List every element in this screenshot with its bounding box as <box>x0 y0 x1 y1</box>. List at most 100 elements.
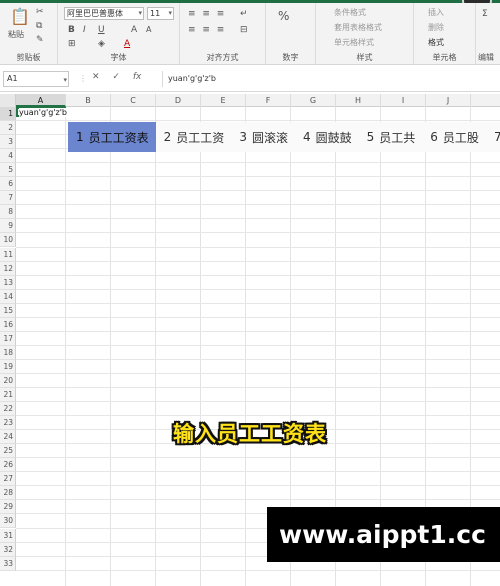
row-header-1[interactable]: 1 <box>0 107 16 122</box>
row-header-20[interactable]: 20 <box>0 373 16 388</box>
row-header-19[interactable]: 19 <box>0 359 16 374</box>
row-gridline <box>16 260 500 262</box>
alignment-group: ≡ ≡ ≡ ≡ ≡ ≡ ↵ ⊟ 对齐方式 <box>180 3 266 65</box>
row-header-22[interactable]: 22 <box>0 402 16 417</box>
alignment-group-label: 对齐方式 <box>206 53 239 62</box>
row-gridline <box>16 218 500 220</box>
formula-input[interactable]: yuan'g'g'z'b <box>162 71 500 87</box>
row-header-16[interactable]: 16 <box>0 317 16 332</box>
column-header-g[interactable]: G <box>291 94 336 107</box>
row-header-15[interactable]: 15 <box>0 303 16 318</box>
row-header-33[interactable]: 33 <box>0 556 16 571</box>
cancel-icon[interactable]: ✕ <box>92 72 100 82</box>
ime-candidate-6[interactable]: 6 员工股 <box>422 122 486 152</box>
font-size-dropdown[interactable]: 11 ▾ <box>147 7 174 20</box>
row-header-29[interactable]: 29 <box>0 500 16 515</box>
row-header-26[interactable]: 26 <box>0 458 16 473</box>
ime-candidate-number: 6 <box>430 130 438 144</box>
ime-candidate-number: 3 <box>239 130 247 144</box>
column-header-j[interactable]: J <box>426 94 471 107</box>
row-header-12[interactable]: 12 <box>0 261 16 276</box>
row-header-10[interactable]: 10 <box>0 233 16 248</box>
row-header-30[interactable]: 30 <box>0 514 16 529</box>
insert-button[interactable]: 插入 <box>428 8 444 18</box>
row-gridline <box>16 120 500 122</box>
column-headers: ABCDEFGHIJ <box>0 94 500 107</box>
row-header-32[interactable]: 32 <box>0 542 16 557</box>
cell-a1-text: yuan'g'g'z'b <box>19 108 68 117</box>
ime-candidate-3[interactable]: 3 圆滚滚 <box>231 122 295 152</box>
ime-candidate-2[interactable]: 2 员工工资 <box>156 122 232 152</box>
chevron-down-icon: ▾ <box>138 9 142 17</box>
row-gridline <box>16 274 500 276</box>
insert-function-button[interactable]: fx <box>133 72 142 82</box>
column-header-d[interactable]: D <box>156 94 201 107</box>
column-header-b[interactable]: B <box>66 94 111 107</box>
ime-candidate-4[interactable]: 4 圆鼓鼓 <box>295 122 359 152</box>
column-header-h[interactable]: H <box>336 94 381 107</box>
ime-candidate-7[interactable]: 7 <box>486 122 500 152</box>
paste-icon[interactable]: 📋 <box>10 9 30 25</box>
ime-candidate-1[interactable]: 1 员工工资表 <box>68 122 156 152</box>
row-header-6[interactable]: 6 <box>0 177 16 192</box>
merge-icon[interactable]: ⊟ <box>240 25 248 35</box>
row-header-7[interactable]: 7 <box>0 191 16 206</box>
border-icon[interactable]: ⊞ <box>68 39 76 49</box>
row-header-2[interactable]: 2 <box>0 121 16 136</box>
format-button[interactable]: 格式 <box>428 38 444 48</box>
italic-button[interactable]: I <box>83 25 86 35</box>
table-format-button[interactable]: 套用表格格式 <box>334 23 382 33</box>
row-header-9[interactable]: 9 <box>0 219 16 234</box>
row-header-28[interactable]: 28 <box>0 486 16 501</box>
bold-button[interactable]: B <box>68 25 75 35</box>
row-gridline <box>16 387 500 388</box>
fill-color-icon[interactable]: ◈ <box>98 39 105 49</box>
align-center-icons[interactable]: ≡ ≡ ≡ <box>188 25 224 35</box>
row-header-11[interactable]: 11 <box>0 247 16 262</box>
row-header-21[interactable]: 21 <box>0 388 16 403</box>
wrap-text-icon[interactable]: ↵ <box>240 9 248 19</box>
name-box[interactable]: A1 ▾ <box>3 71 69 87</box>
column-header-i[interactable]: I <box>381 94 426 107</box>
styles-group: 条件格式 套用表格格式 单元格样式 样式 <box>316 3 414 65</box>
row-gridline <box>16 344 500 346</box>
conditional-format-button[interactable]: 条件格式 <box>334 8 366 18</box>
percent-icon[interactable]: % <box>278 10 289 22</box>
row-header-17[interactable]: 17 <box>0 331 16 346</box>
column-header-a[interactable]: A <box>16 94 66 107</box>
cell-styles-button[interactable]: 单元格样式 <box>334 38 374 48</box>
select-all-corner[interactable] <box>0 94 16 107</box>
number-group-label: 数字 <box>282 53 299 62</box>
sum-icon[interactable]: Σ <box>482 9 488 19</box>
column-header-c[interactable]: C <box>111 94 156 107</box>
row-header-13[interactable]: 13 <box>0 275 16 290</box>
row-header-31[interactable]: 31 <box>0 528 16 543</box>
grow-font-button[interactable]: A <box>131 25 137 35</box>
column-header-f[interactable]: F <box>246 94 291 107</box>
format-painter-icon[interactable]: ✎ <box>36 35 44 45</box>
row-header-5[interactable]: 5 <box>0 163 16 178</box>
cut-icon[interactable]: ✂ <box>36 7 44 17</box>
copy-icon[interactable]: ⧉ <box>36 21 42 31</box>
paste-button[interactable]: 粘贴 <box>8 30 24 40</box>
align-top-icons[interactable]: ≡ ≡ ≡ <box>188 9 224 19</box>
ime-candidate-bar: 1 员工工资表 2 员工工资 3 圆滚滚 4 圆鼓鼓 5 员工共 6 员工股 7 <box>68 122 500 152</box>
row-header-8[interactable]: 8 <box>0 205 16 220</box>
ime-candidate-text: 员工股 <box>442 130 479 145</box>
underline-button[interactable]: U <box>98 25 105 35</box>
row-header-4[interactable]: 4 <box>0 149 16 164</box>
ime-candidate-5[interactable]: 5 员工共 <box>359 122 423 152</box>
font-color-button[interactable]: A <box>124 39 130 49</box>
formula-bar-actions: ✕ ✓ fx <box>92 72 141 82</box>
row-gridline <box>16 499 500 501</box>
delete-button[interactable]: 删除 <box>428 23 444 33</box>
row-header-27[interactable]: 27 <box>0 472 16 487</box>
row-header-14[interactable]: 14 <box>0 289 16 304</box>
font-name-dropdown[interactable]: 阿里巴巴普惠体 ▾ <box>64 7 144 20</box>
enter-icon[interactable]: ✓ <box>112 72 120 82</box>
column-header-e[interactable]: E <box>201 94 246 107</box>
shrink-font-button[interactable]: A <box>146 25 151 35</box>
row-header-3[interactable]: 3 <box>0 135 16 150</box>
number-group: % 数字 <box>266 3 316 65</box>
row-header-18[interactable]: 18 <box>0 345 16 360</box>
